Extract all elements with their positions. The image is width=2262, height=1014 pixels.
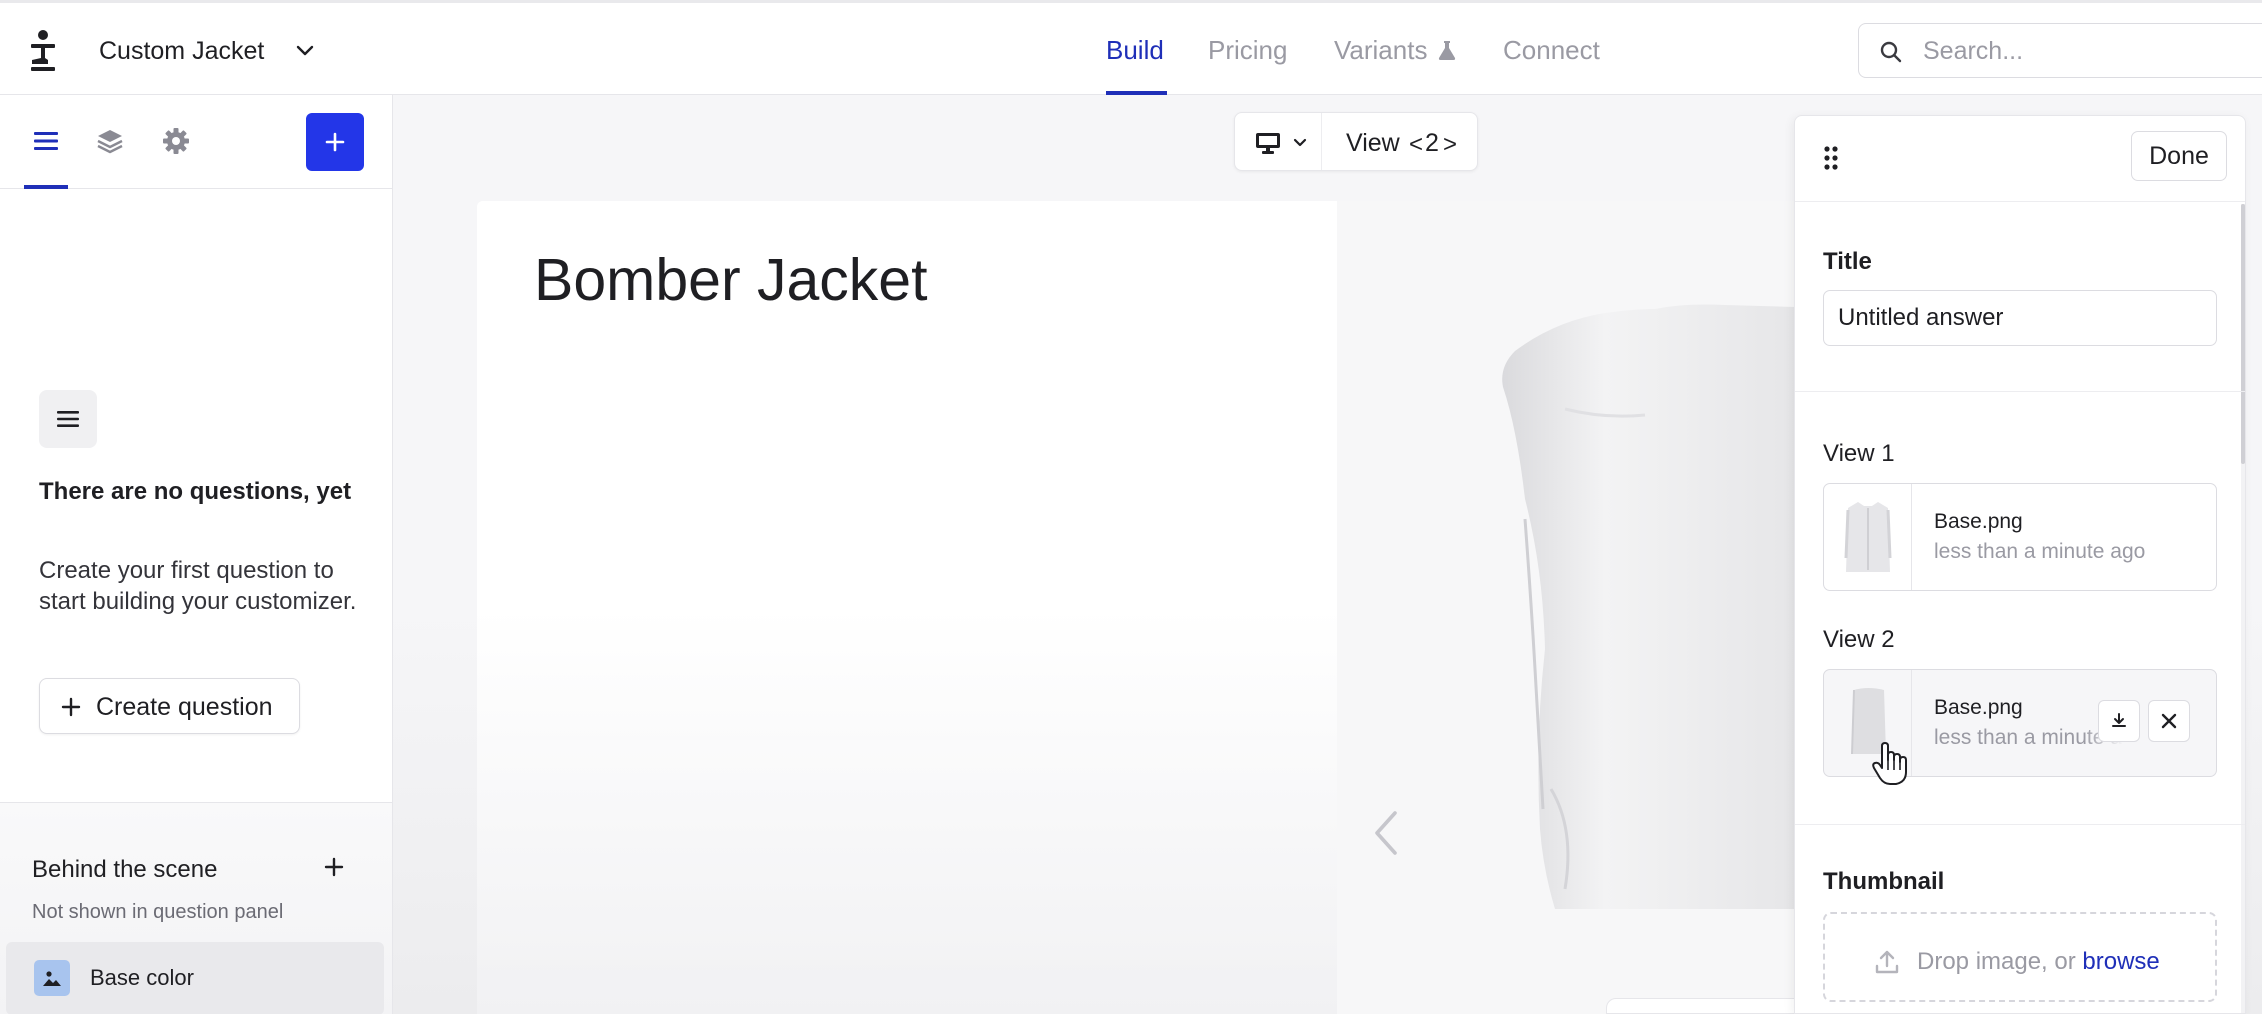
question-panel-preview: Bomber Jacket xyxy=(477,201,1337,1014)
tab-variants[interactable]: Variants xyxy=(1334,35,1427,66)
chevron-left-icon[interactable] xyxy=(1369,807,1403,859)
answer-panel: Done Title View 1 Base.png less than a m… xyxy=(1794,115,2246,1014)
view-1-file-card[interactable]: Base.png less than a minute ago xyxy=(1823,483,2217,591)
behind-the-scene-subtitle: Not shown in question panel xyxy=(32,901,284,923)
view-2-label: View 2 xyxy=(1823,626,1895,653)
tab-connect[interactable]: Connect xyxy=(1503,35,1600,66)
view-toolbar: View < 2 > xyxy=(1234,112,1478,171)
behind-the-scene-section: Behind the scene Not shown in question p… xyxy=(0,802,392,1014)
base-color-label: Base color xyxy=(90,965,194,990)
done-button[interactable]: Done xyxy=(2131,131,2227,181)
add-question-button[interactable] xyxy=(306,113,364,171)
thumbnail-dropzone[interactable]: Drop image, or browse xyxy=(1823,912,2217,1002)
empty-state-icon-box xyxy=(39,390,97,448)
create-question-button[interactable]: Create question xyxy=(39,678,300,734)
chevron-down-icon[interactable] xyxy=(294,39,316,61)
top-bar: Custom Jacket Build Pricing Variants Con… xyxy=(0,0,2262,95)
file-name: Base.png xyxy=(1934,510,2023,533)
download-icon xyxy=(2112,713,2126,727)
empty-state-description: Create your first question to start buil… xyxy=(39,557,357,615)
search-input[interactable] xyxy=(1923,36,2243,66)
file-name: Base.png xyxy=(1934,696,2023,719)
thumbnail-label: Thumbnail xyxy=(1823,868,1945,895)
empty-state-title: There are no questions, yet xyxy=(39,478,352,505)
file-timestamp: less than a minute ago xyxy=(1934,540,2146,563)
tab-build[interactable]: Build xyxy=(1106,35,1164,66)
panel-divider xyxy=(1795,824,2245,825)
tab-pricing[interactable]: Pricing xyxy=(1208,35,1287,66)
panel-divider xyxy=(1795,391,2245,392)
file-thumbnail xyxy=(1824,484,1912,590)
behind-the-scene-title: Behind the scene xyxy=(32,856,218,883)
view-label: View xyxy=(1346,129,1400,157)
dropzone-prompt: Drop image, or xyxy=(1917,948,2083,975)
dropzone-text: Drop image, or browse xyxy=(1917,948,2160,976)
close-icon xyxy=(2161,713,2177,729)
left-sidebar: There are no questions, yet Create your … xyxy=(0,95,393,1014)
download-button[interactable] xyxy=(2098,700,2140,742)
plus-icon xyxy=(61,697,81,717)
flask-icon xyxy=(1438,41,1456,60)
add-behind-scene-icon[interactable] xyxy=(322,855,346,879)
jacket-render-image xyxy=(1502,304,1795,909)
browse-link[interactable]: browse xyxy=(2082,948,2159,975)
sidebar-tabs xyxy=(0,95,392,189)
search-icon xyxy=(1880,41,1902,63)
layers-icon[interactable] xyxy=(95,126,125,156)
upload-icon xyxy=(1875,950,1899,974)
image-icon xyxy=(34,960,70,996)
menu-icon xyxy=(57,411,79,427)
panel-scrollbar-thumb[interactable] xyxy=(2241,204,2245,464)
monitor-icon[interactable] xyxy=(1255,131,1281,155)
view-1-label: View 1 xyxy=(1823,440,1895,467)
sidebar-tab-indicator xyxy=(24,185,68,189)
current-view-number: 2 xyxy=(1425,129,1439,157)
hand-cursor-icon xyxy=(1872,742,1907,785)
drag-handle-icon[interactable] xyxy=(1823,145,1839,171)
behind-scene-item-base-color[interactable]: Base color xyxy=(6,942,384,1014)
plus-icon xyxy=(325,132,345,152)
previous-view-button[interactable]: < xyxy=(1409,131,1423,159)
logo-icon[interactable] xyxy=(28,29,60,73)
product-title: Bomber Jacket xyxy=(534,247,928,313)
gear-icon[interactable] xyxy=(161,126,191,156)
project-name[interactable]: Custom Jacket xyxy=(99,37,264,66)
create-question-label: Create question xyxy=(96,693,273,721)
chevron-down-icon[interactable] xyxy=(1291,133,1309,151)
answer-panel-header: Done xyxy=(1795,116,2245,202)
remove-file-button[interactable] xyxy=(2148,700,2190,742)
title-input[interactable] xyxy=(1823,290,2217,346)
toolbar-divider xyxy=(1321,113,1322,170)
list-icon[interactable] xyxy=(31,126,61,156)
next-view-button[interactable]: > xyxy=(1443,131,1457,159)
title-label: Title xyxy=(1823,248,1872,275)
search-box[interactable] xyxy=(1858,23,2262,78)
